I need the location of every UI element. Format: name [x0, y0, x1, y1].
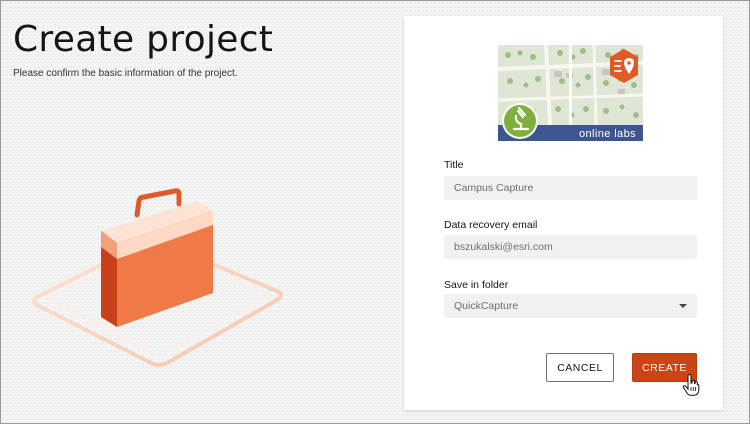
- map-thumbnail: online labs: [498, 45, 643, 141]
- folder-label: Save in folder: [444, 279, 509, 291]
- chevron-down-icon: [679, 304, 687, 308]
- email-label: Data recovery email: [444, 219, 538, 231]
- online-labs-banner: online labs: [498, 45, 643, 141]
- page-title: Create project: [13, 19, 274, 60]
- hand-cursor-icon: [682, 374, 700, 396]
- title-label: Title: [444, 159, 464, 171]
- title-input-value: Campus Capture: [454, 182, 534, 194]
- create-project-card: online labs Title Campus Capture Data re…: [404, 16, 723, 410]
- email-input-value: bszukalski@esri.com: [454, 241, 553, 253]
- briefcase-illustration: [32, 188, 283, 367]
- email-input[interactable]: bszukalski@esri.com: [444, 235, 697, 259]
- title-input[interactable]: Campus Capture: [444, 176, 697, 200]
- page-subtitle: Please confirm the basic information of …: [13, 68, 238, 79]
- folder-select-value: QuickCapture: [454, 300, 519, 312]
- banner-caption: online labs: [579, 128, 636, 140]
- cancel-button[interactable]: CANCEL: [546, 353, 614, 382]
- microscope-icon: [502, 103, 538, 139]
- folder-select[interactable]: QuickCapture: [444, 294, 697, 318]
